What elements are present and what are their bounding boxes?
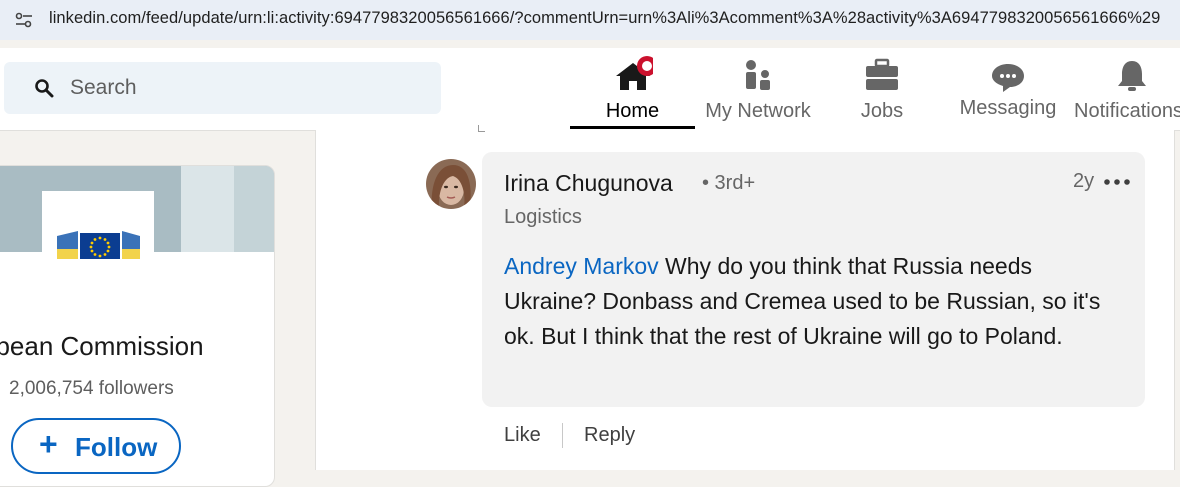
home-icon <box>615 56 653 90</box>
nav-home[interactable]: Home <box>570 48 695 130</box>
organization-name[interactable]: opean Commission <box>0 331 204 362</box>
follow-button-label: Follow <box>75 432 158 462</box>
commenter-headline: Logistics <box>504 206 582 228</box>
url-text[interactable]: linkedin.com/feed/update/urn:li:activity… <box>49 9 1160 28</box>
search-icon <box>35 79 54 98</box>
comment-text: Andrey Markov Why do you think that Russ… <box>504 249 1124 354</box>
like-button[interactable]: Like <box>504 424 541 447</box>
collapsed-chevron-icon <box>478 125 485 132</box>
action-divider <box>562 423 563 448</box>
more-options-icon[interactable] <box>1102 172 1132 192</box>
search-box[interactable]: Search <box>4 62 441 114</box>
eu-flag-logo-icon <box>42 191 154 266</box>
global-nav: Search Home My Network Jobs Messaging No… <box>0 48 1180 131</box>
follower-count: 2,006,754 followers <box>9 378 174 399</box>
nav-jobs-label: Jobs <box>860 100 904 122</box>
nav-my-network-label: My Network <box>705 100 811 122</box>
mention-link[interactable]: Andrey Markov <box>504 253 659 279</box>
commenter-name[interactable]: Irina Chugunova <box>504 170 673 197</box>
briefcase-icon <box>866 58 898 90</box>
organization-logo[interactable] <box>42 191 154 266</box>
avatar[interactable] <box>426 159 476 209</box>
network-icon <box>746 60 770 90</box>
nav-notifications[interactable]: Notifications <box>1072 48 1180 130</box>
reply-button[interactable]: Reply <box>584 424 635 447</box>
active-tab-indicator <box>570 126 695 129</box>
follow-button[interactable]: + Follow <box>11 418 181 474</box>
plus-icon: + <box>39 426 58 462</box>
profile-photo-icon <box>426 159 476 209</box>
search-input[interactable]: Search <box>70 76 137 100</box>
organization-card: opean Commission 2,006,754 followers + F… <box>0 165 275 487</box>
nav-notifications-label: Notifications <box>1074 100 1180 122</box>
nav-home-label: Home <box>605 100 660 122</box>
connection-degree: • 3rd+ <box>702 172 756 194</box>
message-icon <box>992 64 1024 92</box>
browser-address-bar[interactable]: linkedin.com/feed/update/urn:li:activity… <box>0 0 1180 40</box>
comment-timestamp: 2y <box>1073 170 1095 192</box>
bell-icon <box>1118 61 1146 91</box>
nav-messaging-label: Messaging <box>959 97 1057 119</box>
site-settings-icon[interactable] <box>14 10 34 30</box>
nav-messaging[interactable]: Messaging <box>953 48 1063 130</box>
nav-jobs[interactable]: Jobs <box>842 48 922 130</box>
nav-my-network[interactable]: My Network <box>698 48 818 130</box>
